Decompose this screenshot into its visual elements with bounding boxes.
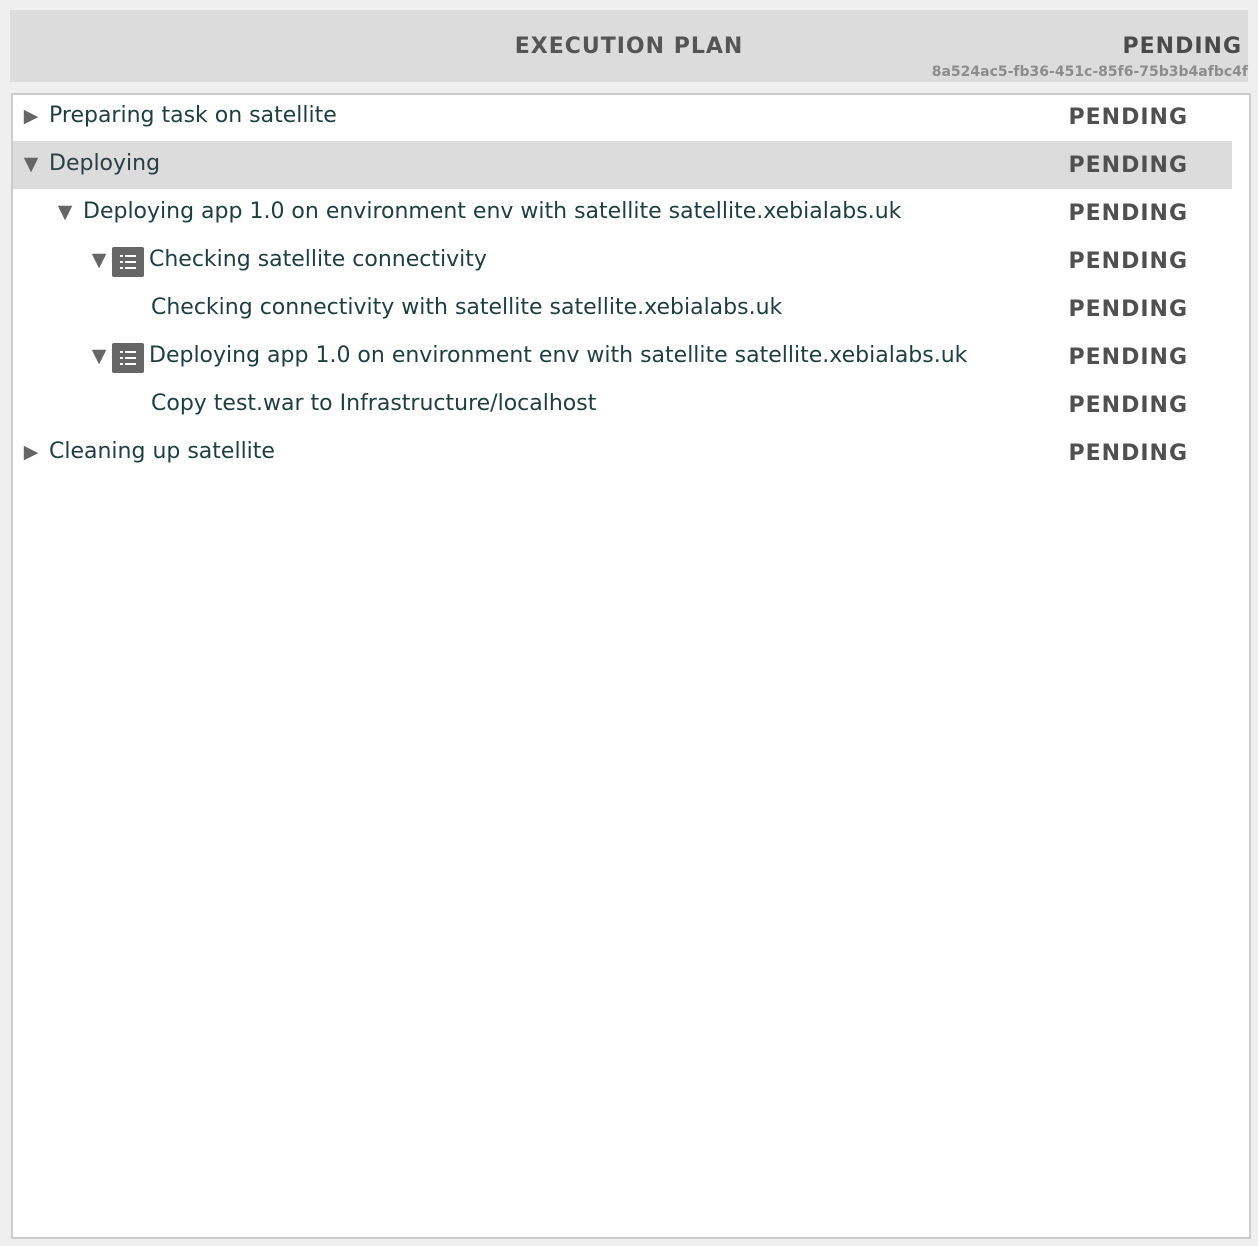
plan-row-copy-step[interactable]: Copy test.war to Infrastructure/localhos… <box>13 381 1232 429</box>
plan-row-label: Checking satellite connectivity <box>149 247 487 272</box>
step-list-icon <box>112 343 144 373</box>
collapse-arrow-icon[interactable]: ▼ <box>21 152 41 176</box>
step-list-icon <box>112 247 144 277</box>
page-title: EXECUTION PLAN <box>514 34 744 59</box>
plan-row-checking-connectivity-step[interactable]: Checking connectivity with satellite sat… <box>13 285 1232 333</box>
plan-row-deploying[interactable]: ▼ Deploying PENDING <box>13 141 1232 189</box>
plan-row-preparing[interactable]: ▶ Preparing task on satellite PENDING <box>13 93 1232 141</box>
plan-row-label: Preparing task on satellite <box>49 103 337 128</box>
expand-arrow-icon[interactable]: ▶ <box>21 440 41 464</box>
plan-row-state: PENDING <box>1068 297 1188 322</box>
collapse-arrow-icon[interactable]: ▼ <box>89 344 109 368</box>
collapse-arrow-icon[interactable]: ▼ <box>55 200 75 224</box>
plan-row-cleaning-up[interactable]: ▶ Cleaning up satellite PENDING <box>13 429 1232 477</box>
plan-row-state: PENDING <box>1068 153 1188 178</box>
plan-row-checking-connectivity[interactable]: ▼ Checking satellite connectivity PENDIN… <box>13 237 1232 285</box>
plan-row-label: Deploying app 1.0 on environment env wit… <box>149 343 968 368</box>
plan-row-label: Checking connectivity with satellite sat… <box>151 295 783 320</box>
collapse-arrow-icon[interactable]: ▼ <box>89 248 109 272</box>
plan-row-state: PENDING <box>1068 441 1188 466</box>
plan-row-label: Copy test.war to Infrastructure/localhos… <box>151 391 597 416</box>
plan-row-state: PENDING <box>1068 393 1188 418</box>
plan-row-label: Deploying <box>49 151 161 176</box>
plan-row-state: PENDING <box>1068 345 1188 370</box>
plan-tree: ▶ Preparing task on satellite PENDING ▼ … <box>11 93 1251 1239</box>
plan-row-state: PENDING <box>1068 105 1188 130</box>
task-id: 8a524ac5-fb36-451c-85f6-75b3b4afbc4f <box>931 64 1248 80</box>
plan-row-label: Deploying app 1.0 on environment env wit… <box>83 199 902 224</box>
execution-plan-header: EXECUTION PLAN PENDING 8a524ac5-fb36-451… <box>10 10 1248 82</box>
plan-row-deploying-app[interactable]: ▼ Deploying app 1.0 on environment env w… <box>13 189 1232 237</box>
plan-row-state: PENDING <box>1068 201 1188 226</box>
expand-arrow-icon[interactable]: ▶ <box>21 104 41 128</box>
task-status: PENDING <box>1122 34 1242 59</box>
plan-row-deploying-app-block[interactable]: ▼ Deploying app 1.0 on environment env w… <box>13 333 1232 381</box>
plan-row-state: PENDING <box>1068 249 1188 274</box>
plan-row-label: Cleaning up satellite <box>49 439 275 464</box>
